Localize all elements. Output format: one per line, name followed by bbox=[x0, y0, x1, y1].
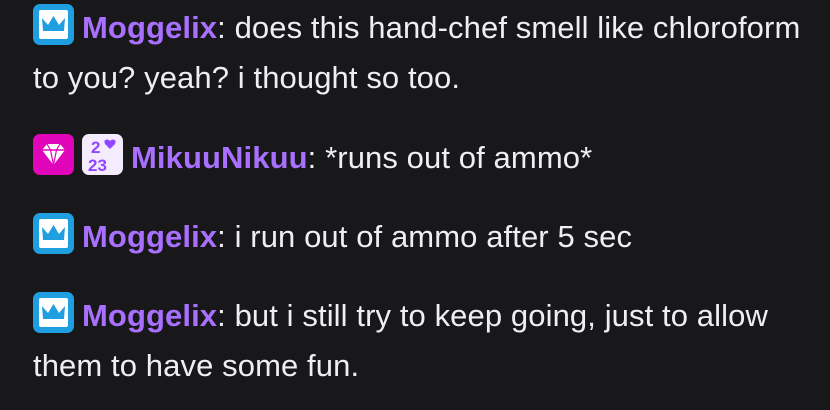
year-badge-bottom: 23 bbox=[88, 156, 107, 175]
chat-separator: : bbox=[217, 10, 226, 45]
crown-badge-icon[interactable] bbox=[33, 292, 74, 333]
chat-message: 2 23 MikuuNikuu: *runs out of ammo* bbox=[33, 133, 803, 183]
year-badge-top: 2 bbox=[91, 138, 101, 157]
year-badge-icon[interactable]: 2 23 bbox=[82, 134, 123, 175]
chat-message: Moggelix: but i still try to keep going,… bbox=[33, 291, 803, 391]
chat-message: Moggelix: i run out of ammo after 5 sec bbox=[33, 212, 803, 262]
chat-log: Moggelix: does this hand-chef smell like… bbox=[0, 0, 830, 410]
chat-message-text: i run out of ammo after 5 sec bbox=[225, 219, 633, 254]
gem-badge-icon[interactable] bbox=[33, 134, 74, 175]
chat-username[interactable]: Moggelix bbox=[82, 298, 217, 333]
chat-separator: : bbox=[217, 219, 226, 254]
crown-badge-icon[interactable] bbox=[33, 4, 74, 45]
chat-separator: : bbox=[217, 298, 226, 333]
chat-message-text: *runs out of ammo* bbox=[316, 140, 593, 175]
crown-badge-icon[interactable] bbox=[33, 213, 74, 254]
chat-username[interactable]: Moggelix bbox=[82, 219, 217, 254]
chat-username[interactable]: Moggelix bbox=[82, 10, 217, 45]
chat-username[interactable]: MikuuNikuu bbox=[131, 140, 308, 175]
chat-message: Moggelix: does this hand-chef smell like… bbox=[33, 3, 803, 103]
